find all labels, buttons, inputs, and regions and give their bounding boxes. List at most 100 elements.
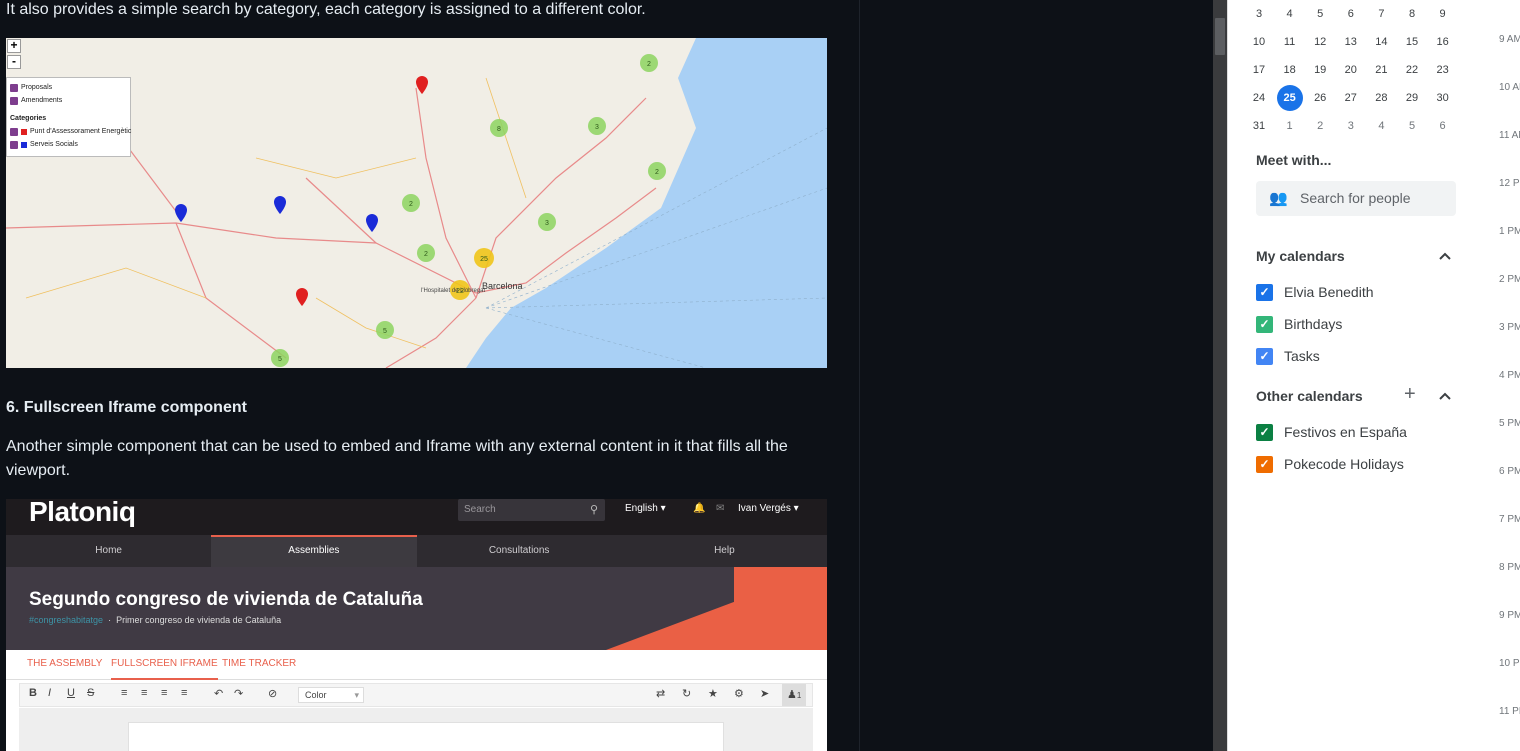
chevron-up-icon[interactable] — [1438, 390, 1452, 404]
blue-pin-icon — [175, 204, 187, 222]
city-label: l'Hospitalet de Llobregat — [421, 288, 486, 294]
time-label: 3 PM — [1499, 322, 1520, 333]
mini-calendar-day[interactable]: 28 — [1367, 84, 1395, 112]
scrollbar[interactable] — [1213, 0, 1227, 751]
calendar-label: Pokecode Holidays — [1284, 456, 1404, 472]
mini-calendar-day[interactable]: 22 — [1398, 56, 1426, 84]
mini-calendar-day[interactable]: 20 — [1337, 56, 1365, 84]
italic-icon: I — [48, 687, 52, 699]
add-calendar-icon[interactable]: + — [1404, 384, 1416, 404]
legend-category[interactable]: Punt d'Assessorament Energètic — [10, 125, 131, 138]
mini-calendar-day[interactable]: 7 — [1367, 0, 1395, 28]
calendar-item[interactable]: ✓ Birthdays — [1256, 314, 1342, 334]
chevron-up-icon[interactable] — [1438, 250, 1452, 264]
underline-icon: U — [67, 687, 75, 699]
mini-calendar-day[interactable]: 5 — [1398, 112, 1426, 140]
cluster-count: 2 — [655, 169, 659, 176]
checkbox-icon[interactable]: ✓ — [1256, 283, 1273, 301]
mini-calendar-day[interactable]: 19 — [1306, 56, 1334, 84]
checkbox-icon[interactable]: ✓ — [1256, 347, 1273, 365]
mini-calendar-day[interactable]: 11 — [1276, 28, 1304, 56]
main-nav: Home Assemblies Consultations Help — [6, 535, 827, 567]
mini-calendar-day[interactable]: 12 — [1306, 28, 1334, 56]
legend-label: Proposals — [21, 83, 53, 91]
mini-calendar-day[interactable]: 18 — [1276, 56, 1304, 84]
mini-calendar-day[interactable]: 31 — [1245, 112, 1273, 140]
map-embed[interactable]: 2 3 8 2 3 2 2 25 22 5 5 Barcelona l'Hosp… — [6, 38, 827, 368]
zoom-out-button[interactable]: - — [7, 55, 21, 69]
legend-item[interactable]: Proposals — [10, 81, 127, 94]
mail-icon: ✉ — [716, 503, 725, 514]
time-label: 7 PM — [1499, 514, 1520, 525]
time-label: 10 AM — [1499, 82, 1520, 93]
mini-calendar-day[interactable]: 3 — [1337, 112, 1365, 140]
search-placeholder: Search — [464, 504, 496, 515]
mini-calendar-day[interactable]: 5 — [1306, 0, 1334, 28]
checkbox-icon[interactable]: ✓ — [1256, 423, 1273, 441]
mini-calendar-day[interactable]: 4 — [1367, 112, 1395, 140]
star-icon: ★ — [708, 688, 718, 700]
cluster-count: 2 — [409, 201, 413, 208]
time-label: 4 PM — [1499, 370, 1520, 381]
time-label: 10 PM — [1499, 658, 1520, 669]
mini-calendar-day[interactable]: 29 — [1398, 84, 1426, 112]
gear-icon: ⚙ — [734, 688, 744, 700]
my-calendars-heading[interactable]: My calendars — [1256, 248, 1345, 264]
nav-assemblies: Assemblies — [211, 535, 417, 567]
calendar-item[interactable]: ✓ Pokecode Holidays — [1256, 454, 1404, 474]
mini-calendar-day[interactable]: 21 — [1367, 56, 1395, 84]
mini-calendar-day[interactable]: 3 — [1245, 0, 1273, 28]
mini-calendar-day[interactable]: 8 — [1398, 0, 1426, 28]
time-label: 9 AM — [1499, 34, 1520, 45]
calendar-item[interactable]: ✓ Festivos en España — [1256, 422, 1407, 442]
cluster-count: 5 — [383, 328, 387, 335]
scrollbar-thumb[interactable] — [1215, 18, 1225, 55]
cluster-count: 8 — [497, 126, 501, 133]
screen: It also provides a simple search by cate… — [0, 0, 1520, 751]
mini-calendar-day[interactable]: 14 — [1367, 28, 1395, 56]
checkbox-icon — [10, 127, 18, 136]
time-column: 9 AM 10 AM 11 AM 12 PM 1 PM 2 PM 3 PM 4 PM 5 PM 6… — [1473, 0, 1520, 751]
mini-calendar-day[interactable]: 4 — [1276, 0, 1304, 28]
mini-calendar-day[interactable]: 23 — [1429, 56, 1457, 84]
hide-icon: ⊘ — [268, 688, 278, 700]
mini-calendar-day[interactable]: 27 — [1337, 84, 1365, 112]
mini-calendar-day[interactable]: 17 — [1245, 56, 1273, 84]
mini-calendar-day[interactable]: 6 — [1337, 0, 1365, 28]
chevron-down-icon: ▾ — [354, 690, 359, 700]
editor-area — [19, 708, 813, 751]
mini-calendar-day[interactable]: 2 — [1306, 112, 1334, 140]
legend-item[interactable]: Amendments — [10, 94, 127, 107]
mini-calendar-day[interactable]: 15 — [1398, 28, 1426, 56]
mini-calendar-day[interactable]: 9 — [1429, 0, 1457, 28]
mini-calendar-day[interactable]: 26 — [1306, 84, 1334, 112]
mini-calendar-day[interactable]: 24 — [1245, 84, 1273, 112]
other-calendars-heading[interactable]: Other calendars — [1256, 388, 1363, 404]
legend-label: Punt d'Assessorament Energètic — [30, 127, 132, 135]
history-icon: ↻ — [682, 688, 692, 700]
checkbox-icon — [10, 96, 18, 105]
calendar-item[interactable]: ✓ Elvia Benedith — [1256, 282, 1374, 302]
mini-calendar-today[interactable]: 25 — [1276, 85, 1303, 111]
section-paragraph: Another simple component that can be use… — [6, 438, 788, 479]
editor-toolbar: B I U S ≡ ≡ ≡ ≡ ↶ ↷ ⊘ Color ▾ ⇄ ↻ ★ ⚙ ➤ … — [19, 683, 813, 707]
bullet-list-icon: ≡ — [141, 687, 148, 699]
mini-calendar-day[interactable]: 1 — [1276, 112, 1304, 140]
hero-banner: Segundo congreso de vivienda de Cataluña… — [6, 567, 827, 650]
red-pin-icon — [416, 76, 428, 94]
mini-calendar-day[interactable]: 30 — [1429, 84, 1457, 112]
mini-calendar-day[interactable]: 6 — [1429, 112, 1457, 140]
article-panel: It also provides a simple search by cate… — [0, 0, 860, 751]
zoom-in-button[interactable]: + — [7, 39, 21, 53]
mini-calendar-day[interactable]: 10 — [1245, 28, 1273, 56]
nav-home: Home — [95, 545, 122, 556]
checkbox-icon[interactable]: ✓ — [1256, 455, 1273, 473]
checkbox-icon[interactable]: ✓ — [1256, 315, 1273, 333]
mini-calendar-day[interactable]: 13 — [1337, 28, 1365, 56]
blue-pin-icon — [366, 214, 378, 232]
legend-category[interactable]: Serveis Socials — [10, 138, 127, 151]
mini-calendar-day[interactable]: 16 — [1429, 28, 1457, 56]
city-label: Barcelona — [482, 281, 523, 291]
search-people-input[interactable]: 👥 Search for people — [1256, 181, 1456, 216]
calendar-item[interactable]: ✓ Tasks — [1256, 346, 1320, 366]
